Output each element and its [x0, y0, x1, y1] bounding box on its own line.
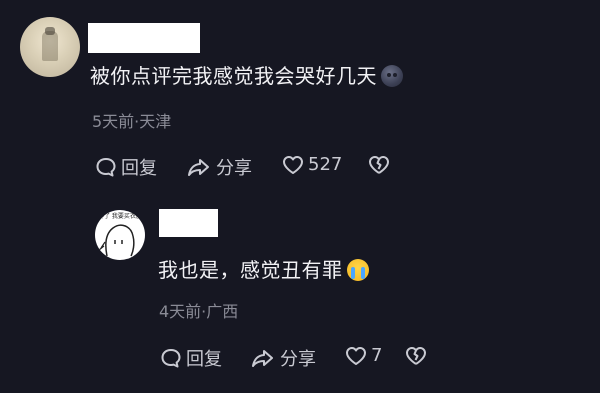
cartoon-character-icon	[98, 224, 135, 257]
reply-label: 回复	[121, 158, 157, 179]
dislike-button[interactable]	[405, 346, 427, 366]
share-label: 分享	[216, 158, 252, 179]
reply-text: 我也是，感觉丑有罪	[158, 258, 369, 282]
like-count: 527	[308, 154, 343, 175]
dislike-button[interactable]	[368, 155, 390, 175]
broken-heart-icon	[406, 347, 426, 365]
like-count: 7	[371, 345, 383, 366]
share-button[interactable]: 分享	[250, 345, 316, 371]
loudly-crying-face-emoji-icon	[346, 259, 369, 281]
new-moon-face-emoji-icon	[381, 65, 403, 87]
reply-body: 我也是，感觉丑有罪	[158, 258, 343, 282]
heart-icon	[283, 155, 303, 174]
share-arrow-icon	[188, 159, 209, 176]
commenter-avatar[interactable]	[20, 17, 80, 77]
reply-bubble-icon	[96, 158, 116, 177]
comment-meta: 5天前·天津	[92, 112, 172, 131]
broken-heart-icon	[369, 156, 389, 174]
comment-text: 被你点评完我感觉我会哭好几天	[90, 64, 403, 88]
share-label: 分享	[280, 349, 316, 370]
username-redacted[interactable]	[159, 209, 218, 237]
replier-avatar[interactable]: 奔了 我要买衣服	[95, 210, 145, 260]
comment-body: 被你点评完我感觉我会哭好几天	[90, 64, 377, 88]
reply-button[interactable]: 回复	[95, 154, 157, 180]
heart-icon	[346, 346, 366, 365]
share-button[interactable]: 分享	[186, 154, 252, 180]
reply-button[interactable]: 回复	[160, 345, 222, 371]
reply-bubble-icon	[161, 349, 181, 368]
share-arrow-icon	[252, 350, 273, 367]
like-button[interactable]: 7	[345, 345, 382, 366]
avatar-figure-head	[45, 27, 55, 35]
like-button[interactable]: 527	[282, 154, 342, 175]
reply-meta: 4天前·广西	[159, 302, 239, 321]
username-redacted[interactable]	[88, 23, 200, 53]
avatar-figure	[42, 31, 58, 61]
reply-label: 回复	[186, 349, 222, 370]
